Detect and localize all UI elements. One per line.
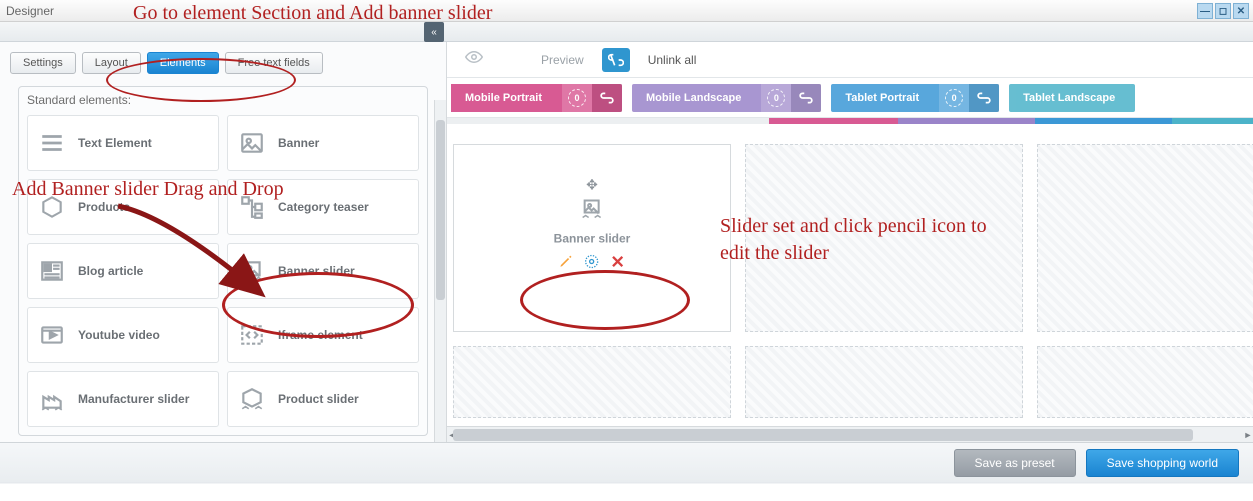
factory-icon xyxy=(38,385,66,413)
tab-layout[interactable]: Layout xyxy=(82,52,141,74)
element-label: Youtube video xyxy=(78,328,160,342)
scroll-right-icon[interactable]: ► xyxy=(1241,427,1253,442)
preview-label: Preview xyxy=(541,53,584,67)
article-icon xyxy=(38,257,66,285)
device-badge: 0 xyxy=(562,84,592,112)
standard-elements-panel: Standard elements: Text Element Banner xyxy=(18,86,428,436)
panel-title: Standard elements: xyxy=(19,93,427,115)
close-button[interactable]: ✕ xyxy=(1233,3,1249,19)
delete-icon[interactable] xyxy=(610,254,626,270)
collapse-left-icon[interactable]: « xyxy=(424,22,444,42)
bottom-divider xyxy=(0,482,1253,484)
element-category[interactable]: Category teaser xyxy=(227,179,419,235)
pencil-icon[interactable] xyxy=(558,254,574,270)
tab-freetext[interactable]: Free text fields xyxy=(225,52,323,74)
left-tabs: Settings Layout Elements Free text field… xyxy=(0,42,446,86)
window-title: Designer xyxy=(6,4,54,18)
text-icon xyxy=(38,129,66,157)
link-icon[interactable] xyxy=(592,84,622,112)
box-icon xyxy=(38,193,66,221)
scrollbar-thumb[interactable] xyxy=(436,120,445,300)
window-titlebar: Designer — ◻ ✕ xyxy=(0,0,1253,22)
gear-icon[interactable] xyxy=(584,254,600,270)
move-icon[interactable]: ✥ xyxy=(554,177,631,194)
eye-icon[interactable] xyxy=(465,50,483,69)
link-icon[interactable] xyxy=(969,84,999,112)
code-icon xyxy=(238,321,266,349)
element-label: Text Element xyxy=(78,136,152,150)
element-label: Blog article xyxy=(78,264,143,278)
device-label: Tablet Landscape xyxy=(1009,84,1135,112)
slider-icon xyxy=(554,198,631,228)
canvas[interactable]: ✥ Banner slider xyxy=(447,124,1253,420)
left-scrollbar[interactable] xyxy=(434,100,446,442)
image-icon xyxy=(238,129,266,157)
slider-icon xyxy=(238,257,266,285)
widget-banner-slider[interactable]: ✥ Banner slider xyxy=(554,177,631,270)
device-tablet-portrait[interactable]: Tablet Portrait 0 xyxy=(831,84,999,112)
element-youtube[interactable]: Youtube video xyxy=(27,307,219,363)
device-label: Mobile Landscape xyxy=(632,84,761,112)
element-label: Banner xyxy=(278,136,319,150)
device-label: Mobile Portrait xyxy=(451,84,562,112)
save-preset-button[interactable]: Save as preset xyxy=(954,449,1076,477)
grid-slot[interactable] xyxy=(453,346,731,418)
element-label: Banner slider xyxy=(278,264,355,278)
element-product-slider[interactable]: Product slider xyxy=(227,371,419,427)
device-badge: 0 xyxy=(939,84,969,112)
device-row: Mobile Portrait 0 Mobile Landscape 0 Tab… xyxy=(447,78,1253,118)
top-strip: « xyxy=(0,22,1253,42)
horizontal-scrollbar[interactable]: ◄ ► xyxy=(447,426,1253,442)
unlink-icon[interactable] xyxy=(602,48,630,72)
tab-elements[interactable]: Elements xyxy=(147,52,219,74)
element-label: Iframe element xyxy=(278,328,363,342)
element-label: Products xyxy=(78,200,130,214)
grid-slot[interactable]: ✥ Banner slider xyxy=(453,144,731,332)
element-products[interactable]: Products xyxy=(27,179,219,235)
element-blog[interactable]: Blog article xyxy=(27,243,219,299)
tab-settings[interactable]: Settings xyxy=(10,52,76,74)
save-shopping-world-button[interactable]: Save shopping world xyxy=(1086,449,1239,477)
tree-icon xyxy=(238,193,266,221)
element-banner[interactable]: Banner xyxy=(227,115,419,171)
right-panel: Preview Unlink all Mobile Portrait 0 Mob… xyxy=(447,42,1253,442)
element-label: Category teaser xyxy=(278,200,369,214)
device-mobile-portrait[interactable]: Mobile Portrait 0 xyxy=(451,84,622,112)
grid-slot[interactable] xyxy=(745,346,1023,418)
grid-slot[interactable] xyxy=(1037,144,1253,332)
grid-slot[interactable] xyxy=(745,144,1023,332)
widget-label: Banner slider xyxy=(554,232,631,246)
link-icon[interactable] xyxy=(791,84,821,112)
minimize-button[interactable]: — xyxy=(1197,3,1213,19)
device-tablet-landscape[interactable]: Tablet Landscape xyxy=(1009,84,1135,112)
device-label: Tablet Portrait xyxy=(831,84,939,112)
element-text[interactable]: Text Element xyxy=(27,115,219,171)
footer: Save as preset Save shopping world xyxy=(0,442,1253,482)
grid-slot[interactable] xyxy=(1037,346,1253,418)
element-manufacturer[interactable]: Manufacturer slider xyxy=(27,371,219,427)
right-toolbar: Preview Unlink all xyxy=(447,42,1253,78)
device-badge: 0 xyxy=(761,84,791,112)
element-label: Manufacturer slider xyxy=(78,392,189,406)
maximize-button[interactable]: ◻ xyxy=(1215,3,1231,19)
left-panel: Settings Layout Elements Free text field… xyxy=(0,42,447,442)
element-label: Product slider xyxy=(278,392,359,406)
box-slider-icon xyxy=(238,385,266,413)
video-icon xyxy=(38,321,66,349)
element-banner-slider[interactable]: Banner slider xyxy=(227,243,419,299)
unlink-label: Unlink all xyxy=(648,53,697,67)
element-iframe[interactable]: Iframe element xyxy=(227,307,419,363)
device-mobile-landscape[interactable]: Mobile Landscape 0 xyxy=(632,84,821,112)
scrollbar-thumb[interactable] xyxy=(453,429,1193,441)
